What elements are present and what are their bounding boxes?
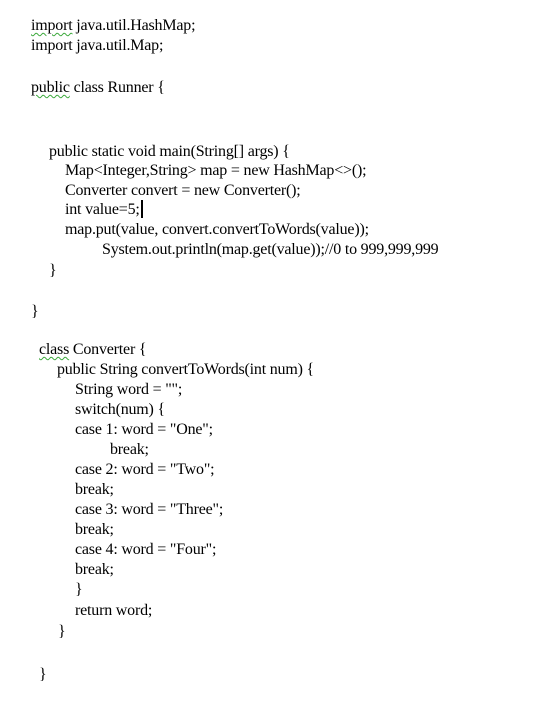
code-line-value-declaration[interactable]: int value=5; bbox=[65, 200, 143, 220]
code-line-convert-signature[interactable]: public String convertToWords(int num) { bbox=[57, 360, 314, 380]
code-line-case-2[interactable]: case 2: word = "Two"; bbox=[75, 460, 215, 480]
text-cursor bbox=[140, 200, 143, 218]
code-line-case-1[interactable]: case 1: word = "One"; bbox=[75, 420, 213, 440]
code-line-runner-close[interactable]: } bbox=[31, 302, 39, 322]
code-line-case-4[interactable]: case 4: word = "Four"; bbox=[75, 540, 216, 560]
code-line-main-close[interactable]: } bbox=[49, 261, 57, 281]
code-line-import-hashmap[interactable]: import java.util.HashMap; bbox=[31, 16, 196, 36]
code-line-break-1[interactable]: break; bbox=[110, 440, 149, 460]
code-line-break-3[interactable]: break; bbox=[75, 520, 114, 540]
code-line-converter-close[interactable]: } bbox=[39, 665, 47, 685]
code-line-break-2[interactable]: break; bbox=[75, 480, 114, 500]
code-line-method-close[interactable]: } bbox=[58, 622, 66, 642]
code-line-return[interactable]: return word; bbox=[75, 601, 152, 621]
code-line-main-signature[interactable]: public static void main(String[] args) { bbox=[49, 142, 290, 162]
code-line-class-runner[interactable]: public class Runner { bbox=[31, 78, 165, 98]
code-line-class-converter[interactable]: class Converter { bbox=[39, 340, 147, 360]
code-line-break-4[interactable]: break; bbox=[75, 560, 114, 580]
document-page[interactable]: import java.util.HashMap; import java.ut… bbox=[0, 0, 538, 710]
spellcheck-flag[interactable]: public bbox=[31, 79, 70, 96]
code-line-import-map[interactable]: import java.util.Map; bbox=[31, 36, 163, 56]
code-line-map-put[interactable]: map.put(value, convert.convertToWords(va… bbox=[65, 220, 369, 240]
code-line-switch-close[interactable]: } bbox=[75, 580, 83, 600]
code-line-println[interactable]: System.out.println(map.get(value));//0 t… bbox=[102, 240, 439, 260]
code-line-map-declaration[interactable]: Map<Integer,String> map = new HashMap<>(… bbox=[65, 161, 367, 181]
code-line-converter-declaration[interactable]: Converter convert = new Converter(); bbox=[65, 181, 301, 201]
code-line-switch[interactable]: switch(num) { bbox=[75, 400, 165, 420]
code-line-word-declaration[interactable]: String word = ""; bbox=[75, 380, 182, 400]
spellcheck-flag[interactable]: import bbox=[31, 17, 73, 34]
code-line-case-3[interactable]: case 3: word = "Three"; bbox=[75, 500, 223, 520]
spellcheck-flag[interactable]: class bbox=[39, 341, 69, 358]
